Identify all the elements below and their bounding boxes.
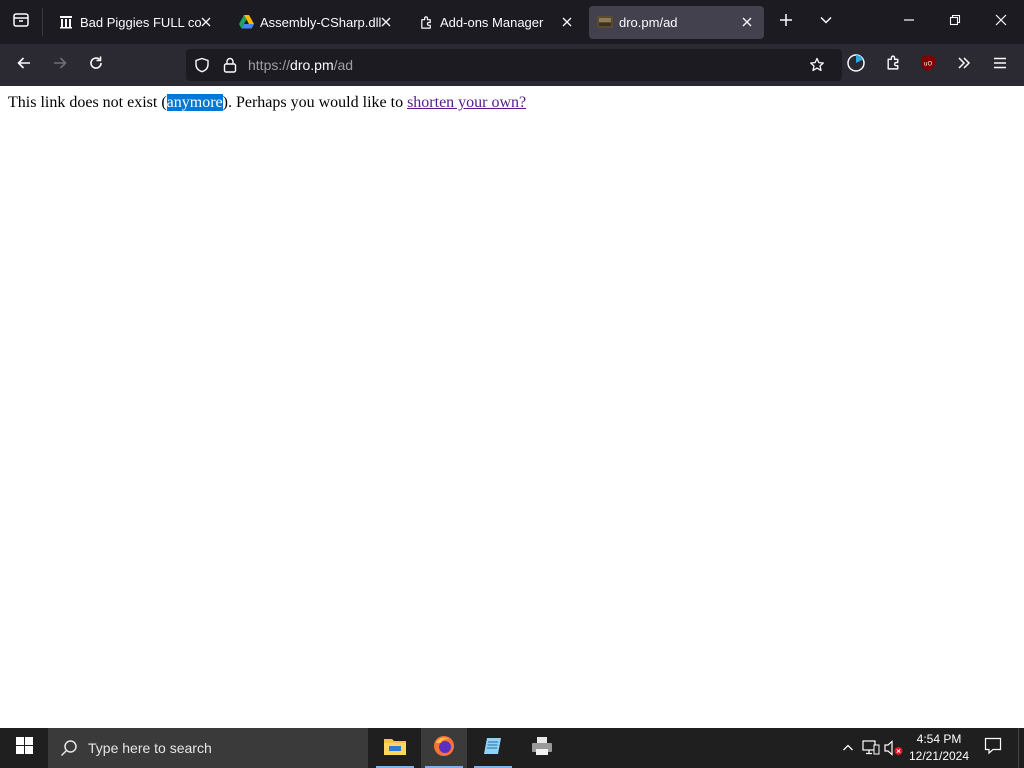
action-center-button[interactable]	[978, 728, 1008, 768]
google-drive-icon	[238, 14, 254, 30]
notification-icon	[984, 737, 1002, 760]
list-all-tabs-button[interactable]	[0, 0, 42, 44]
tab-title: Bad Piggies FULL colle	[80, 15, 202, 30]
selected-text: anymore	[166, 94, 223, 111]
tab-assembly-csharp[interactable]: Assembly-CSharp.dll -	[230, 6, 398, 39]
tab-title: Add-ons Manager	[440, 15, 544, 30]
lock-icon[interactable]	[222, 57, 238, 73]
file-explorer-icon	[384, 737, 406, 760]
taskbar-app-printer[interactable]	[519, 728, 565, 768]
restore-button[interactable]	[940, 7, 970, 37]
tab-add-ons-manager[interactable]: Add-ons Manager	[410, 6, 582, 39]
minimize-icon	[903, 13, 915, 31]
network-icon[interactable]	[861, 738, 881, 758]
volume-muted-icon[interactable]	[884, 738, 904, 758]
show-desktop-button[interactable]	[1018, 728, 1024, 768]
chevron-up-icon[interactable]	[838, 738, 858, 758]
tab-title: Assembly-CSharp.dll -	[260, 15, 382, 30]
taskbar-search-box[interactable]: Type here to search	[48, 728, 368, 768]
library-icon	[58, 14, 74, 30]
search-placeholder: Type here to search	[88, 740, 212, 756]
url-host: dro.pm	[290, 57, 334, 73]
url-scheme: https://	[248, 57, 291, 73]
hamburger-menu-icon	[992, 55, 1008, 76]
notepad-icon	[483, 736, 503, 761]
double-chevron-right-icon	[956, 55, 972, 76]
tab-dro-pm[interactable]: dro.pm/ad	[589, 6, 764, 39]
tab-bad-piggies[interactable]: Bad Piggies FULL colle	[50, 6, 218, 39]
close-tab-icon[interactable]	[198, 14, 214, 30]
list-tabs-button[interactable]	[811, 7, 841, 37]
close-tab-icon[interactable]	[739, 14, 755, 30]
puzzle-piece-icon	[885, 54, 902, 76]
close-tab-icon[interactable]	[378, 14, 394, 30]
reload-icon	[88, 55, 104, 76]
windows-logo-icon	[15, 737, 33, 759]
chevron-down-icon	[819, 13, 833, 32]
arrow-left-icon	[16, 55, 32, 76]
puzzle-piece-icon	[418, 14, 434, 30]
clock-time: 4:54 PM	[916, 732, 962, 746]
site-favicon	[597, 14, 613, 30]
close-icon	[995, 13, 1007, 31]
firefox-icon	[433, 735, 455, 762]
navigation-toolbar: https://dro.pm/ad uO	[0, 44, 1024, 86]
search-icon	[60, 739, 78, 757]
reload-button[interactable]	[80, 49, 112, 81]
tab-separator	[42, 8, 43, 36]
new-tab-button[interactable]	[771, 7, 801, 37]
url-path: /ad	[333, 57, 354, 73]
more-tools-button[interactable]	[948, 49, 980, 81]
tab-list-icon	[12, 11, 30, 34]
system-clock[interactable]: 4:54 PM 12/21/2024	[906, 731, 972, 765]
page-content: This link does not exist (anymore). Perh…	[0, 86, 1024, 728]
clock-date: 12/21/2024	[908, 749, 970, 763]
taskbar-app-firefox[interactable]	[421, 728, 467, 768]
taskbar-app-notepad[interactable]	[470, 728, 516, 768]
bookmark-star-icon[interactable]	[809, 57, 825, 73]
extensions-button[interactable]	[877, 49, 909, 81]
forward-button[interactable]	[44, 49, 76, 81]
url-text[interactable]: https://dro.pm/ad	[248, 57, 353, 73]
taskbar-app-file-explorer[interactable]	[372, 728, 418, 768]
message-text-start: This link does not exist (	[8, 94, 167, 111]
svg-text:uO: uO	[924, 60, 933, 67]
start-button[interactable]	[0, 728, 48, 768]
back-button[interactable]	[8, 49, 40, 81]
url-bar[interactable]: https://dro.pm/ad	[186, 49, 842, 81]
minimize-button[interactable]	[894, 7, 924, 37]
printer-icon	[531, 736, 553, 761]
close-tab-icon[interactable]	[559, 14, 575, 30]
extension-button[interactable]	[840, 49, 872, 81]
tab-strip: Bad Piggies FULL colle Assembly-CSharp.d…	[0, 0, 1024, 44]
restore-icon	[949, 13, 961, 31]
arrow-right-icon	[52, 55, 68, 76]
taskbar: Type here to search 4:54 PM 12/21/2024	[0, 728, 1024, 768]
message-text-middle: ). Perhaps you would like to	[222, 94, 408, 111]
error-message: This link does not exist (anymore). Perh…	[8, 94, 526, 112]
close-window-button[interactable]	[986, 7, 1016, 37]
timer-extension-icon	[846, 53, 866, 78]
shorten-link[interactable]: shorten your own?	[407, 94, 526, 111]
ublock-origin-button[interactable]: uO	[912, 49, 944, 81]
tab-title: dro.pm/ad	[619, 15, 678, 30]
app-menu-button[interactable]	[984, 49, 1016, 81]
plus-icon	[779, 13, 793, 32]
tracking-protection-shield-icon[interactable]	[194, 57, 210, 73]
ublock-origin-icon: uO	[919, 54, 937, 77]
